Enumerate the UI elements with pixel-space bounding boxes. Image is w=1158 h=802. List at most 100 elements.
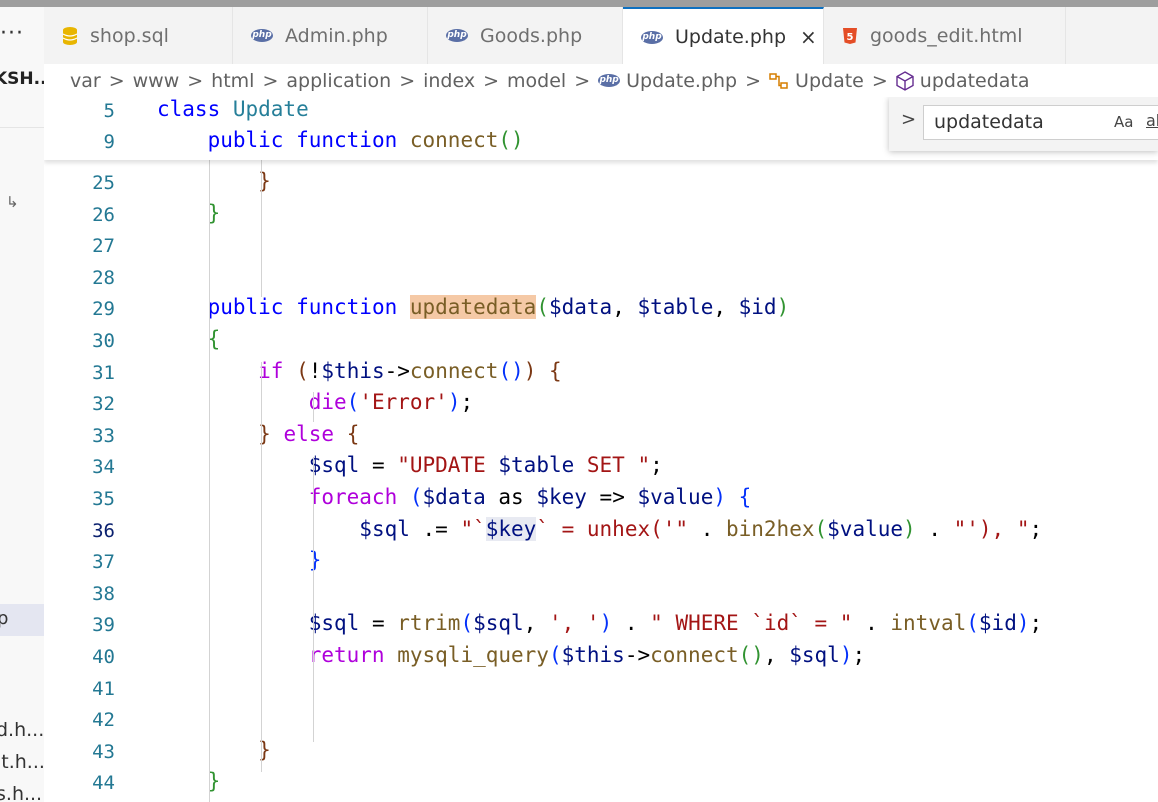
code-line[interactable]: } [157,548,322,572]
code-line[interactable]: die('Error'); [157,390,473,414]
explorer-file-item[interactable]: it.h... [0,751,44,773]
breadcrumb-segment[interactable]: application [286,70,391,92]
code-token: ` = unhex('" [536,516,689,541]
sticky-code-line[interactable]: class Update [157,97,309,121]
tab-label: Admin.php [285,24,388,47]
code-line[interactable]: { [157,327,221,351]
method-symbol-icon [896,70,914,91]
line-number: 35 [92,488,115,510]
code-token: public function [207,128,410,152]
match-whole-word-toggle[interactable]: ab [1146,111,1158,130]
breadcrumb-segment[interactable]: model [507,70,566,92]
code-token: class [157,97,233,121]
explorer-file-item[interactable]: d.h... [0,719,44,741]
code-token: $value [827,516,904,541]
code-token: . [915,516,954,541]
code-token: connect [409,128,499,152]
php-icon: php [251,29,273,42]
code-line[interactable]: } [157,769,221,793]
code-line[interactable]: $sql = "UPDATE $table SET "; [157,453,663,477]
breadcrumb-segment[interactable]: var [70,70,101,92]
breadcrumb-segment[interactable]: www [133,70,180,92]
sidebar-divider [0,127,44,128]
tab-update-php[interactable]: php Update.php × [623,7,824,65]
code-token: SET " [574,453,651,478]
code-token: mysqli_query [397,643,549,667]
code-line[interactable]: if (!$this->connect()) { [157,359,562,383]
code-line[interactable]: } [157,738,271,762]
toggle-replace-icon[interactable]: > [901,109,916,130]
code-token: ( [536,295,549,320]
code-token: ) [447,390,461,415]
tab-goods-edit-html[interactable]: 5 goods_edit.html [824,7,1066,64]
code-token: ( [498,128,512,152]
line-number: 25 [92,172,115,194]
breadcrumb-segment[interactable]: index [423,70,475,92]
code-token: ) [903,516,916,541]
code-token: ; [650,453,663,478]
code-token: . [852,611,891,636]
code-token: bin2hex [725,516,815,541]
code-line[interactable]: $sql .= "`$key` = unhex('" . bin2hex($va… [157,516,1042,541]
code-editor[interactable]: 25 } 26 } 27 28 29 public function updatedat… [44,97,1158,802]
code-token: , [612,295,638,320]
code-token: rtrim [397,611,461,636]
workspace-title[interactable]: KSH... [0,69,44,89]
code-token: ; [852,643,866,667]
line-number: 43 [92,740,115,763]
code-token: $this [561,643,625,667]
code-line[interactable]: $sql = rtrim($sql, ', ') . " WHERE `id` … [157,611,1042,635]
line-number: 37 [92,551,115,574]
indent-guide [261,362,262,772]
code-line[interactable]: public function updatedata($data, $table… [157,295,790,320]
breadcrumb: var > www > html > application > index > mode… [44,64,1158,97]
code-line[interactable]: return mysqli_query($this->connect(), $s… [157,643,865,667]
match-case-toggle[interactable]: Aa [1114,113,1133,131]
explorer-sidebar: ··· KSH... ↳ p d.h... it.h... s.h... [0,7,45,802]
code-token: ) [1016,611,1030,636]
breadcrumb-class[interactable]: Update [795,70,864,92]
code-token: "UPDATE [397,453,499,478]
line-number: 36 [92,519,115,542]
svg-text:5: 5 [847,32,854,43]
code-token: $table [637,295,714,320]
indent-guide [209,147,210,802]
code-token: ) [776,295,790,320]
tab-admin-php[interactable]: php Admin.php [233,7,428,64]
tab-shop-sql[interactable]: shop.sql [44,7,233,64]
selected-item-label: p [0,608,8,629]
code-token: Update [232,97,309,121]
close-icon[interactable]: × [800,25,817,49]
breadcrumb-file[interactable]: Update.php [626,70,737,92]
explorer-more-actions-icon[interactable]: ··· [0,21,24,46]
explorer-file-item[interactable]: s.h... [0,783,42,802]
sticky-line-number: 5 [103,100,115,122]
code-token: intval [890,611,967,636]
code-token: 'Error' [359,390,448,415]
sticky-code-line[interactable]: public function connect() [157,128,524,152]
code-line[interactable]: foreach ($data as $key => $value) { [157,485,752,509]
indent-guide [261,147,262,297]
code-token: $this [321,358,385,383]
code-line[interactable]: } else { [157,422,359,446]
code-token: public function [207,295,410,320]
selected-explorer-item[interactable]: p [0,604,44,636]
code-line[interactable]: } [157,169,271,193]
html5-icon: 5 [842,27,858,45]
tab-goods-php[interactable]: php Goods.php [428,7,623,64]
breadcrumb-method[interactable]: updatedata [920,70,1030,92]
line-number: 27 [92,235,115,258]
code-line[interactable]: } [157,201,221,225]
tab-label: shop.sql [90,24,169,47]
breadcrumb-segment[interactable]: html [211,70,254,92]
line-number: 44 [92,772,115,795]
line-number: 29 [92,298,115,321]
